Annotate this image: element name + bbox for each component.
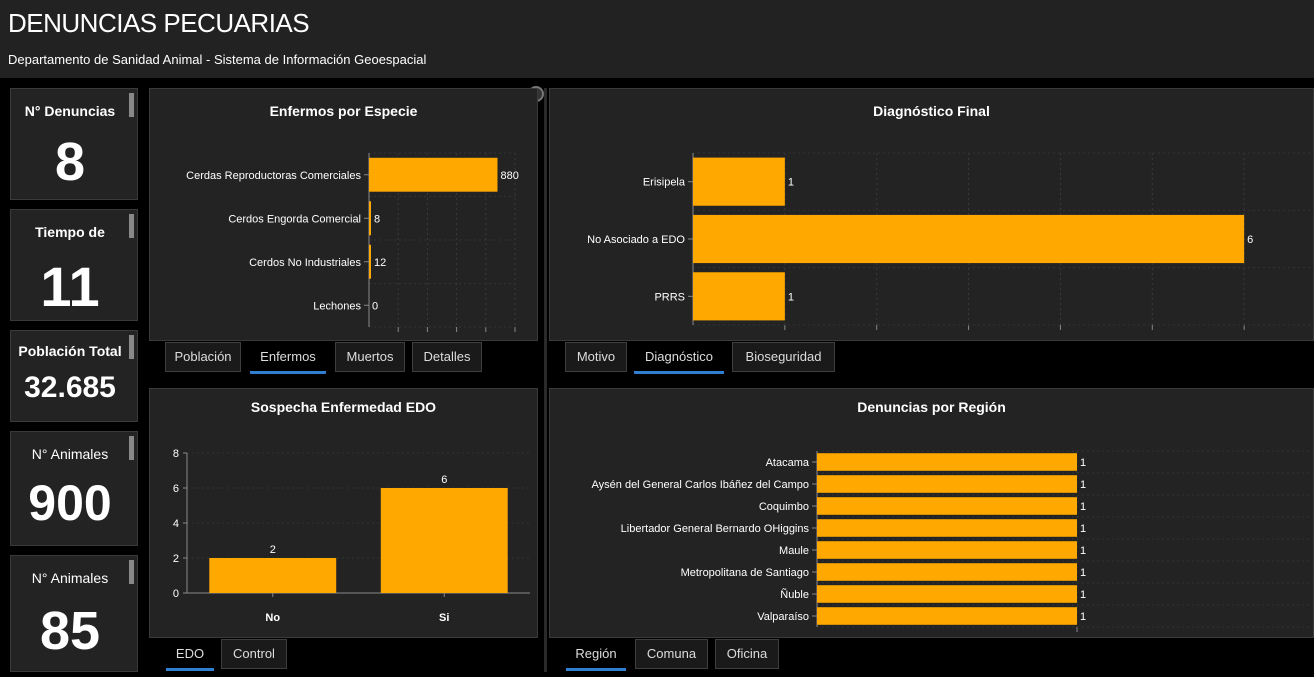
category-label: Si	[439, 612, 449, 624]
category-label: Cerdas Reproductoras Comerciales	[186, 170, 361, 182]
kpi-label: N° Animales	[31, 446, 109, 462]
data-label: 0	[372, 300, 378, 312]
kpi-value: 85	[39, 601, 101, 661]
bar	[693, 272, 785, 321]
kpi-value: 32.685	[24, 371, 116, 404]
tab-enfermos[interactable]: Enfermos	[249, 342, 327, 374]
tab-poblacion[interactable]: Población	[165, 342, 241, 372]
y-tick-label: 4	[173, 518, 179, 530]
y-tick-label: 6	[173, 483, 179, 495]
kpi-label: Población Total	[18, 343, 122, 359]
bar	[369, 201, 371, 236]
category-label: Erisipela	[643, 177, 686, 189]
category-label: Libertador General Bernardo OHiggins	[621, 523, 810, 535]
bar	[817, 497, 1077, 515]
category-label: No	[265, 612, 280, 624]
tab-oficina[interactable]: Oficina	[715, 639, 779, 669]
tab-edo[interactable]: EDO	[165, 639, 215, 671]
bar	[817, 607, 1077, 625]
panel-sospecha: Sospecha Enfermedad EDO 0 2 4 6 8 2 No 6 Si	[149, 388, 538, 638]
category-label: Valparaíso	[757, 611, 809, 623]
data-label: 1	[1080, 501, 1086, 513]
page-title: DENUNCIAS PECUARIAS	[8, 8, 310, 38]
data-label: 6	[1247, 234, 1253, 246]
category-label: Aysén del General Carlos Ibáñez del Camp…	[592, 479, 809, 491]
tab-control[interactable]: Control	[221, 639, 287, 669]
panel-enfermos-especie: Enfermos por Especie Cerdas Reproductora…	[149, 88, 538, 341]
kpi-value: 11	[40, 255, 100, 318]
scrollbar[interactable]	[129, 93, 134, 117]
chart-diagnostico: Erisipela 1 No Asociado a EDO 6 PRRS 1	[587, 152, 1314, 330]
category-label: PRRS	[654, 291, 685, 303]
bar	[380, 488, 508, 593]
header-bar: DENUNCIAS PECUARIAS Departamento de Sani…	[0, 0, 1314, 78]
data-label: 880	[500, 170, 518, 182]
data-label: 1	[1080, 545, 1086, 557]
category-label: No Asociado a EDO	[587, 234, 685, 246]
data-label: 1	[1080, 523, 1086, 535]
kpi-label: N° Denuncias	[24, 103, 116, 119]
bar	[817, 585, 1077, 603]
data-label: 12	[374, 257, 386, 269]
scrollbar[interactable]	[129, 560, 134, 584]
data-label: 1	[788, 291, 794, 303]
chart-sospecha: 0 2 4 6 8 2 No 6 Si	[173, 448, 530, 624]
data-label: 1	[1080, 479, 1086, 491]
kpi-tiempo: Tiempo de 11	[10, 209, 138, 321]
data-label: 1	[1080, 457, 1086, 469]
category-label: Ñuble	[780, 588, 809, 601]
kpi-value: 8	[54, 132, 86, 192]
data-label: 1	[1080, 611, 1086, 623]
chart-region: Atacama 1 Aysén del General Carlos Ibáñez …	[592, 450, 1314, 632]
bar	[369, 244, 371, 279]
category-label: Lechones	[313, 300, 361, 312]
panel-diagnostico: Diagnóstico Final Erisipela 1 No Asociado …	[549, 88, 1314, 341]
bar	[817, 475, 1077, 493]
tab-motivo[interactable]: Motivo	[565, 342, 627, 372]
y-tick-label: 0	[173, 588, 179, 600]
kpi-animales-1: N° Animales 900	[10, 431, 138, 546]
kpi-poblacion: Población Total 32.685	[10, 330, 138, 422]
bar	[693, 214, 1245, 264]
data-label: 1	[788, 177, 794, 189]
data-label: 1	[1080, 589, 1086, 601]
kpi-value: 900	[28, 475, 112, 531]
category-label: Atacama	[766, 457, 810, 469]
bar	[209, 558, 337, 593]
bar	[693, 157, 785, 206]
chart-enfermos-especie: Cerdas Reproductoras Comerciales 880 Cerdo…	[186, 152, 519, 332]
column-divider	[544, 88, 547, 672]
kpi-label: N° Animales	[31, 570, 109, 586]
tab-region[interactable]: Región	[565, 639, 627, 671]
data-label: 2	[270, 544, 276, 556]
tab-detalles[interactable]: Detalles	[412, 342, 482, 372]
bar	[817, 563, 1077, 581]
bar	[817, 541, 1077, 559]
data-label: 8	[374, 213, 380, 225]
page-subtitle: Departamento de Sanidad Animal - Sistema…	[8, 52, 427, 67]
tab-comuna[interactable]: Comuna	[635, 639, 708, 669]
kpi-denuncias: N° Denuncias 8	[10, 88, 138, 200]
bar	[817, 453, 1077, 471]
y-tick-label: 2	[173, 553, 179, 565]
y-tick-label: 8	[173, 448, 179, 460]
scrollbar[interactable]	[129, 214, 134, 238]
data-label: 6	[441, 474, 447, 486]
data-label: 1	[1080, 567, 1086, 579]
category-label: Maule	[779, 545, 809, 557]
category-label: Metropolitana de Santiago	[681, 567, 809, 579]
category-label: Coquimbo	[759, 501, 809, 513]
bar	[817, 519, 1077, 537]
panel-region: Denuncias por Región Atacama 1 Aysén del G…	[549, 388, 1314, 638]
tab-muertos[interactable]: Muertos	[335, 342, 405, 372]
scrollbar[interactable]	[129, 335, 134, 359]
scrollbar[interactable]	[129, 436, 134, 460]
category-label: Cerdos No Industriales	[249, 257, 361, 269]
kpi-animales-2: N° Animales 85	[10, 555, 138, 672]
category-label: Cerdos Engorda Comercial	[228, 213, 361, 225]
tab-diagnostico[interactable]: Diagnóstico	[633, 342, 725, 374]
bar	[369, 157, 498, 192]
kpi-label: Tiempo de	[35, 224, 105, 240]
tab-bioseguridad[interactable]: Bioseguridad	[732, 342, 835, 372]
